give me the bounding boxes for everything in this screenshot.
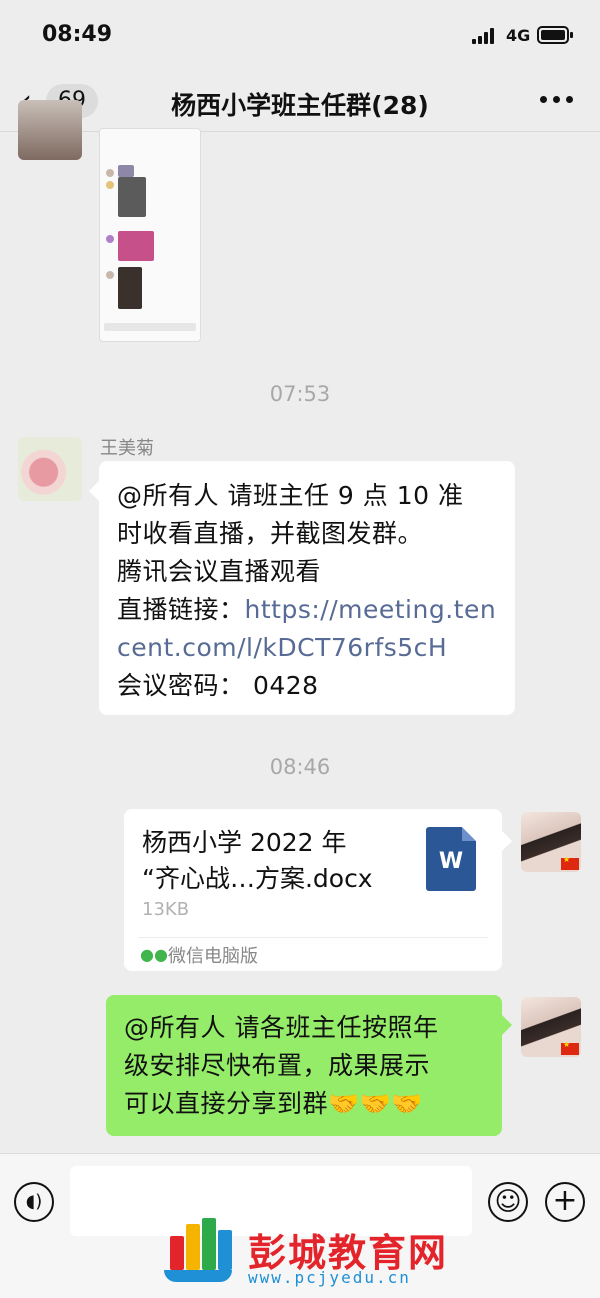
more-dots-icon[interactable] [540, 96, 574, 104]
plus-icon: + [552, 1183, 578, 1218]
file-size: 13KB [142, 899, 190, 920]
screenshot-image[interactable] [99, 128, 201, 342]
meeting-link[interactable]: https://meeting.ten [245, 595, 497, 624]
message-bubble[interactable]: @所有人 请班主任 9 点 10 准 时收看直播，并截图发群。 腾讯会议直播观看… [89, 461, 515, 715]
plus-button[interactable]: + [545, 1182, 585, 1222]
battery-icon [537, 26, 573, 44]
divider [138, 937, 488, 938]
avatar[interactable] [521, 812, 581, 872]
watermark: 彭城教育网 www.pcjyedu.cn [160, 1218, 460, 1290]
emoji-button[interactable]: ☺ [488, 1182, 528, 1222]
message-text: @所有人 请班主任 9 点 10 准 [117, 481, 464, 510]
handshake-emoji: 🤝🤝🤝 [328, 1089, 423, 1118]
file-source: 微信电脑版 [168, 946, 258, 967]
voice-icon: ◖) [25, 1191, 43, 1212]
watermark-logo [160, 1218, 236, 1284]
file-message[interactable]: 杨西小学 2022 年 “齐心战…方案.docx 13KB W ●● 微信电脑版 [124, 809, 512, 971]
avatar[interactable] [18, 100, 82, 160]
message-text: 腾讯会议直播观看 [117, 557, 322, 586]
avatar[interactable] [18, 437, 82, 501]
message-text: 直播链接： [117, 595, 245, 624]
file-name: 杨西小学 2022 年 “齐心战…方案.docx [142, 828, 373, 893]
chat-title: 杨西小学班主任群(28) [171, 91, 429, 120]
sender-name: 王美菊 [100, 438, 154, 459]
meeting-link[interactable]: cent.com/l/kDCT76rfs5cH [117, 629, 497, 667]
status-bar: 08:49 4G [0, 0, 600, 70]
signal-icon [472, 28, 498, 44]
message-bubble[interactable]: @所有人 请各班主任按照年 级安排尽快布置，成果展示 可以直接分享到群🤝🤝🤝 [106, 995, 512, 1136]
status-time: 08:49 [42, 22, 113, 47]
network-type: 4G [506, 26, 531, 45]
word-document-icon: W [426, 827, 476, 891]
avatar[interactable] [521, 997, 581, 1057]
timestamp: 07:53 [269, 382, 331, 406]
message-text: 级安排尽快布置，成果展示 [124, 1051, 431, 1080]
message-text: 会议密码： 0428 [117, 671, 319, 700]
message-text: 可以直接分享到群 [124, 1089, 329, 1118]
voice-button[interactable]: ◖) [14, 1182, 54, 1222]
chat-header: ‹ 69 杨西小学班主任群(28) [0, 70, 600, 132]
emoji-icon: ☺ [494, 1187, 522, 1217]
message-text: 时收看直播，并截图发群。 [117, 519, 424, 548]
flag-icon [561, 855, 579, 870]
watermark-url: www.pcjyedu.cn [248, 1268, 411, 1287]
flag-icon [561, 1040, 579, 1055]
wechat-icon: ●● [140, 945, 168, 964]
timestamp: 08:46 [269, 755, 331, 779]
message-text: @所有人 请各班主任按照年 [124, 1013, 439, 1042]
